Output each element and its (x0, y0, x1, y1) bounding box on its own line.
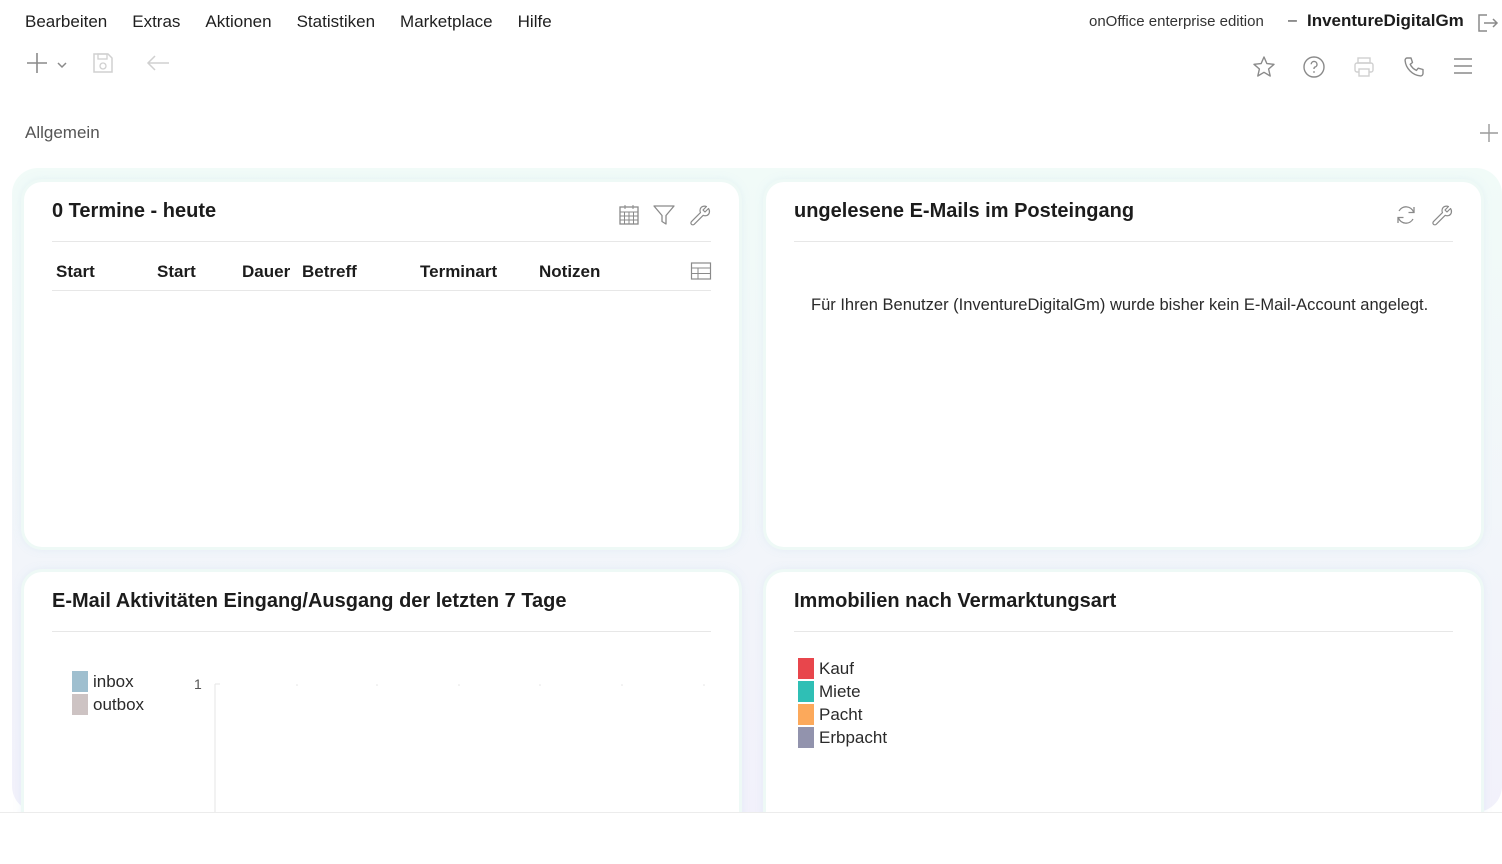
emails-widget: ungelesene E-Mails im Posteingang Für Ih… (766, 182, 1481, 547)
back-arrow-icon[interactable] (146, 54, 170, 72)
widget-title: E-Mail Aktivitäten Eingang/Ausgang der l… (52, 590, 567, 612)
legend-item-kauf[interactable]: Kauf (798, 657, 887, 680)
menu-item-statistiken[interactable]: Statistiken (297, 12, 375, 32)
legend-label: inbox (93, 671, 134, 691)
account-name[interactable]: InventureDigitalGm (1307, 11, 1464, 31)
column-start-2[interactable]: Start (157, 262, 196, 282)
widget-divider (52, 631, 711, 632)
legend-item-erbpacht[interactable]: Erbpacht (798, 726, 887, 749)
chevron-down-icon[interactable] (56, 60, 68, 70)
column-dauer[interactable]: Dauer (242, 262, 290, 282)
calendar-icon[interactable] (617, 203, 641, 227)
legend-label: Miete (819, 681, 861, 701)
widget-title: Immobilien nach Vermarktungsart (794, 590, 1117, 612)
widget-title: 0 Termine - heute (52, 200, 217, 222)
legend-swatch (72, 671, 88, 692)
widget-divider (794, 241, 1453, 242)
legend-label: outbox (93, 694, 145, 714)
y-axis-tick: 1 (194, 676, 202, 692)
column-terminart[interactable]: Terminart (420, 262, 497, 282)
help-icon[interactable] (1302, 55, 1326, 79)
email-activity-widget: E-Mail Aktivitäten Eingang/Ausgang der l… (24, 572, 739, 832)
legend-swatch (72, 694, 88, 715)
add-widget-icon[interactable] (1478, 122, 1500, 144)
legend-item-outbox[interactable]: outbox (72, 693, 144, 716)
menu-item-aktionen[interactable]: Aktionen (205, 12, 271, 32)
menu-bar: Bearbeiten Extras Aktionen Statistiken M… (0, 0, 1502, 44)
phone-icon[interactable] (1402, 55, 1426, 79)
chart-legend: inbox outbox (72, 670, 144, 716)
header-separator: – (1288, 12, 1297, 29)
section-title: Allgemein (25, 123, 100, 142)
star-icon[interactable] (1252, 55, 1276, 79)
logout-icon[interactable] (1476, 12, 1500, 34)
activity-chart-plot (214, 683, 705, 820)
legend-item-miete[interactable]: Miete (798, 680, 887, 703)
appointments-widget: 0 Termine - heute Start Start Dauer Betr… (24, 182, 739, 547)
column-notizen[interactable]: Notizen (539, 262, 600, 282)
save-icon[interactable] (92, 52, 114, 74)
wrench-icon[interactable] (688, 203, 712, 227)
legend-label: Kauf (819, 658, 854, 678)
edition-label: onOffice enterprise edition (1089, 13, 1264, 30)
legend-swatch (798, 681, 814, 702)
legend-item-inbox[interactable]: inbox (72, 670, 144, 693)
column-betreff[interactable]: Betreff (302, 262, 357, 282)
legend-item-pacht[interactable]: Pacht (798, 703, 887, 726)
legend-swatch (798, 704, 814, 725)
menu-icon[interactable] (1452, 56, 1474, 76)
filter-icon[interactable] (652, 203, 676, 227)
widget-divider (794, 631, 1453, 632)
menu-item-hilfe[interactable]: Hilfe (518, 12, 552, 32)
chart-legend: Kauf Miete Pacht Erbpacht (798, 657, 887, 749)
widget-divider (52, 241, 711, 242)
widget-title: ungelesene E-Mails im Posteingang (794, 200, 1135, 222)
print-icon[interactable] (1352, 55, 1376, 79)
legend-swatch (798, 727, 814, 748)
legend-swatch (798, 658, 814, 679)
table-columns-icon[interactable] (690, 261, 712, 281)
toolbar-right (1242, 52, 1502, 82)
main-menu: Bearbeiten Extras Aktionen Statistiken M… (25, 12, 552, 32)
appointments-table-header: Start Start Dauer Betreff Terminart Noti… (52, 254, 712, 291)
bottom-strip (0, 812, 1502, 864)
menu-item-marketplace[interactable]: Marketplace (400, 12, 493, 32)
legend-label: Erbpacht (819, 727, 888, 747)
menu-item-extras[interactable]: Extras (132, 12, 180, 32)
plus-icon[interactable] (26, 52, 48, 74)
no-email-account-message: Für Ihren Benutzer (InventureDigitalGm) … (811, 296, 1429, 314)
legend-label: Pacht (819, 704, 863, 724)
column-start[interactable]: Start (56, 262, 95, 282)
menu-item-bearbeiten[interactable]: Bearbeiten (25, 12, 107, 32)
wrench-icon[interactable] (1430, 203, 1454, 227)
properties-widget: Immobilien nach Vermarktungsart Kauf Mie… (766, 572, 1481, 832)
refresh-icon[interactable] (1394, 203, 1418, 227)
